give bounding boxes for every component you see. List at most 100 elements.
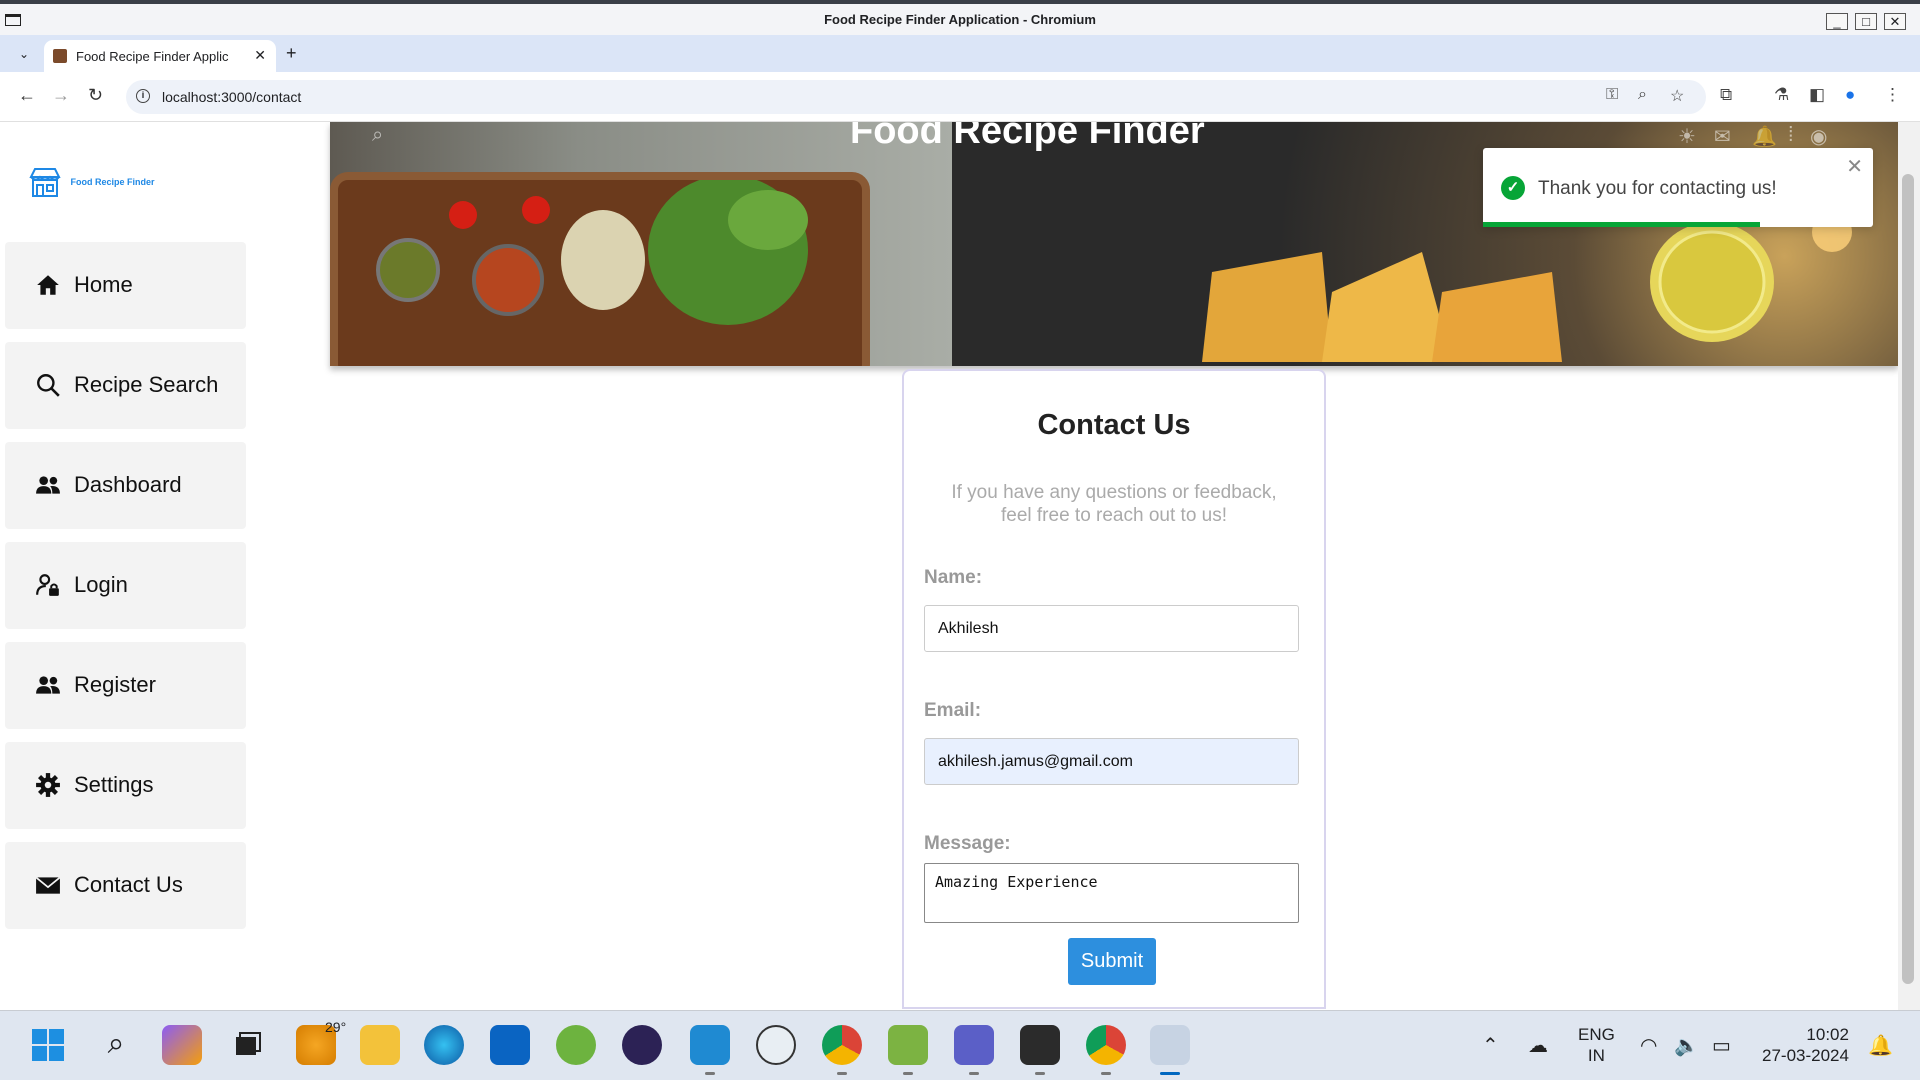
app-logo[interactable]: Food Recipe Finder [28,166,154,198]
menu-kebab-icon[interactable]: ⋮ [1884,85,1901,105]
search-icon [37,374,60,397]
theme-sun-icon[interactable]: ☀ [1678,124,1696,149]
wifi-icon[interactable]: ◠ [1640,1033,1657,1058]
logo-text: Food Recipe Finder [70,177,155,187]
contact-intro: If you have any questions or feedback, f… [951,482,1277,526]
tab-search-button[interactable]: ⌄ [12,43,36,65]
forward-icon[interactable]: → [52,85,70,106]
sidebar-item-recipe-search[interactable]: Recipe Search [5,342,246,429]
sidebar-item-label: Register [74,672,156,697]
address-bar[interactable]: i localhost:3000/contact ⚿ ⌕ ☆ [126,80,1706,114]
close-tab-icon[interactable]: ✕ [254,47,266,64]
contact-form-card: Contact Us If you have any questions or … [902,369,1326,1009]
tab-title: Food Recipe Finder Applic [76,49,229,64]
account-icon[interactable]: ◉ [1810,124,1827,149]
reload-icon[interactable]: ↻ [88,85,103,106]
taskbar: ⌕ 29° ⌃ ☁ ENG IN ◠ 🔈 ▭ 10:02 27-03-2024 … [0,1010,1920,1080]
notification-bell-icon[interactable]: 🔔 [1752,124,1777,149]
message-textarea[interactable]: Amazing Experience [924,863,1299,923]
sidebar: Food Recipe Finder Home Recipe Search Da… [5,122,246,1010]
volume-icon[interactable]: 🔈 [1674,1033,1699,1058]
language-indicator[interactable]: ENG IN [1578,1024,1615,1066]
page-scrollbar[interactable] [1898,122,1920,1010]
sidebar-item-register[interactable]: Register [5,642,246,729]
web-page: Food Recipe Finder Home Recipe Search Da… [0,122,1920,1010]
panda-app-icon[interactable] [756,1025,796,1065]
sidebar-item-dashboard[interactable]: Dashboard [5,442,246,529]
sidebar-item-label: Dashboard [74,472,182,497]
back-icon[interactable]: ← [18,85,36,106]
battery-icon[interactable]: ▭ [1712,1033,1731,1058]
message-label: Message: [924,833,1011,854]
sidebar-item-login[interactable]: Login [5,542,246,629]
site-info-icon[interactable]: i [136,89,150,103]
file-explorer-icon[interactable] [360,1025,400,1065]
bookmark-star-icon[interactable]: ☆ [1670,86,1684,106]
url-text[interactable]: localhost:3000/contact [162,89,301,105]
zoom-icon[interactable]: ⌕ [1638,86,1647,104]
copilot-icon[interactable] [162,1025,202,1065]
onedrive-icon[interactable]: ☁ [1528,1033,1548,1058]
teams-icon[interactable] [954,1025,994,1075]
sidebar-item-label: Recipe Search [74,372,219,397]
key-icon[interactable]: ⚿ [1606,86,1618,104]
apps-grid-icon[interactable]: ⁞ [1788,124,1794,147]
task-view-icon[interactable] [228,1025,268,1065]
start-button[interactable] [28,1025,68,1065]
chrome-icon[interactable] [822,1025,862,1075]
outlook-icon[interactable] [490,1025,530,1065]
vscode-icon[interactable] [690,1025,730,1075]
active-app-icon[interactable] [1150,1025,1190,1075]
sidebar-item-settings[interactable]: Settings [5,742,246,829]
toast-close-icon[interactable]: ✕ [1846,154,1863,179]
side-panel-icon[interactable]: ◧ [1809,85,1825,105]
maximize-button[interactable]: □ [1855,13,1877,30]
labs-icon[interactable]: ⚗ [1774,85,1789,105]
name-label: Name: [924,567,983,588]
chromium-icon[interactable] [1086,1025,1126,1075]
tab-strip: ⌄ Food Recipe Finder Applic ✕ + [0,35,1920,72]
sidebar-item-label: Login [74,572,128,597]
profile-icon[interactable]: ● [1845,85,1855,105]
scrollbar-thumb[interactable] [1902,174,1914,984]
terminal-icon[interactable] [1020,1025,1060,1075]
store-icon [29,168,61,197]
home-icon [37,275,59,295]
taskbar-search-icon[interactable]: ⌕ [96,1025,136,1065]
notification-bell-icon[interactable]: 🔔 [1868,1033,1893,1058]
email-field[interactable]: akhilesh.jamus@gmail.com [924,738,1299,785]
name-field[interactable]: Akhilesh [924,605,1299,652]
notepad-icon[interactable] [888,1025,928,1075]
toast-progress-bar [1483,222,1760,227]
system-clock[interactable]: 10:02 27-03-2024 [1762,1024,1849,1066]
extensions-icon[interactable]: ⧉ [1720,85,1732,105]
favicon-icon [53,49,67,63]
new-tab-button[interactable]: + [286,43,297,64]
mail-icon[interactable]: ✉ [1714,124,1731,149]
tab-active[interactable]: Food Recipe Finder Applic ✕ [44,40,276,72]
spring-tools-icon[interactable] [556,1025,596,1065]
users-icon [36,676,60,694]
sidebar-item-home[interactable]: Home [5,242,246,329]
window-titlebar: Food Recipe Finder Application - Chromiu… [0,0,1920,35]
tray-overflow-icon[interactable]: ⌃ [1482,1033,1499,1058]
banner-search-icon[interactable]: ⌕ [372,124,383,147]
gear-icon [36,773,60,797]
eclipse-icon[interactable] [622,1025,662,1065]
windows-logo-icon [32,1029,64,1061]
user-lock-icon [36,574,59,596]
submit-button[interactable]: Submit [1068,938,1156,985]
toast-message: Thank you for contacting us! [1538,178,1777,199]
sidebar-item-label: Settings [74,772,154,797]
clock-time: 10:02 [1806,1025,1849,1044]
minimize-button[interactable]: _ [1826,13,1848,30]
sidebar-item-contact-us[interactable]: Contact Us [5,842,246,929]
sidebar-item-label: Home [74,272,133,297]
region-code: IN [1587,1046,1605,1065]
envelope-icon [35,876,61,894]
close-window-button[interactable]: ✕ [1884,13,1906,30]
check-circle-icon: ✓ [1501,176,1525,200]
email-label: Email: [924,700,982,721]
weather-temp: 29° [325,1019,347,1035]
edge-icon[interactable] [424,1025,464,1065]
